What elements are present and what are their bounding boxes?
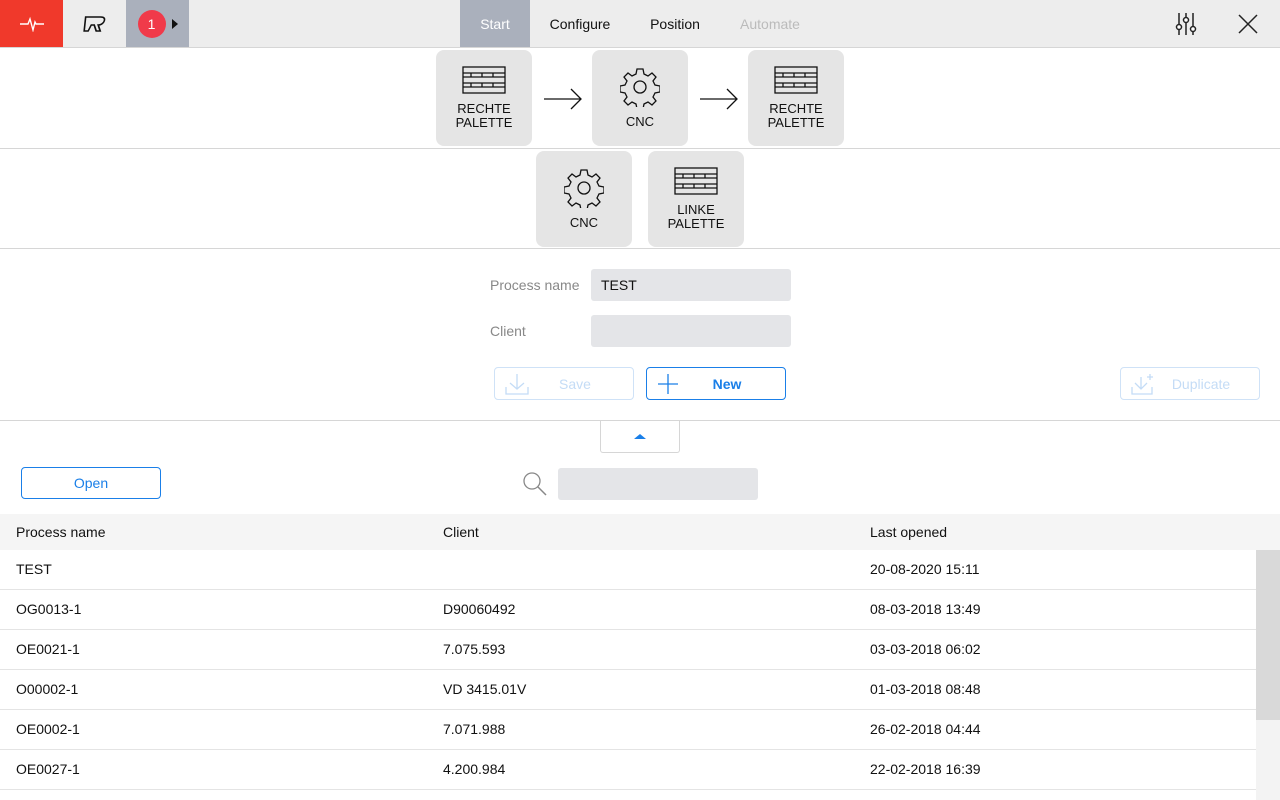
table-row[interactable]: OG0013-1 D90060492 08-03-2018 13:49 bbox=[0, 590, 1256, 630]
open-button[interactable]: Open bbox=[21, 467, 161, 499]
cell-process-name: O00002-1 bbox=[16, 681, 79, 697]
notification-button[interactable]: 1 bbox=[126, 0, 189, 47]
divider bbox=[0, 148, 1280, 149]
gear-icon bbox=[564, 168, 604, 208]
column-header-client[interactable]: Client bbox=[443, 524, 479, 540]
flow-step-rechte-palette[interactable]: RECHTE PALETTE bbox=[436, 50, 532, 146]
cell-client: 4.200.984 bbox=[443, 761, 506, 777]
plus-icon bbox=[658, 374, 678, 394]
search-icon bbox=[523, 472, 547, 496]
cell-last-opened: 01-03-2018 08:48 bbox=[870, 681, 981, 697]
tab-configure[interactable]: Configure bbox=[530, 0, 630, 47]
cell-client: 7.071.988 bbox=[443, 721, 506, 737]
duplicate-label: Duplicate bbox=[1171, 375, 1231, 392]
tab-automate[interactable]: Automate bbox=[720, 0, 820, 47]
flow-step-rechte-palette[interactable]: RECHTE PALETTE bbox=[748, 50, 844, 146]
cell-last-opened: 26-02-2018 04:44 bbox=[870, 721, 981, 737]
table-row[interactable]: OE0021-1 7.075.593 03-03-2018 06:02 bbox=[0, 630, 1256, 670]
open-label: Open bbox=[73, 475, 109, 491]
flow-step-cnc[interactable]: CNC bbox=[536, 151, 632, 247]
pallet-icon bbox=[462, 66, 506, 94]
cell-last-opened: 08-03-2018 13:49 bbox=[870, 601, 981, 617]
table-row[interactable]: OE0002-1 7.071.988 26-02-2018 04:44 bbox=[0, 710, 1256, 750]
tab-position[interactable]: Position bbox=[630, 0, 720, 47]
pulse-icon bbox=[19, 16, 44, 32]
table-header: Process name Client Last opened bbox=[0, 514, 1280, 550]
step-label: RECHTE bbox=[769, 101, 823, 116]
pallet-icon bbox=[674, 167, 718, 195]
search-input[interactable] bbox=[558, 468, 758, 500]
cell-client: D90060492 bbox=[443, 601, 516, 617]
step-label: LINKE bbox=[677, 202, 715, 217]
table-row[interactable]: O00002-1 VD 3415.01V 01-03-2018 08:48 bbox=[0, 670, 1256, 710]
settings-sliders-button[interactable] bbox=[1160, 0, 1212, 47]
scrollbar-thumb[interactable] bbox=[1256, 550, 1280, 720]
pallet-icon bbox=[774, 66, 818, 94]
step-label: PALETTE bbox=[455, 115, 513, 130]
download-icon bbox=[505, 374, 529, 395]
cell-last-opened: 03-03-2018 06:02 bbox=[870, 641, 981, 657]
step-label: CNC bbox=[625, 114, 655, 129]
cell-last-opened: 20-08-2020 15:11 bbox=[870, 561, 980, 577]
cell-client: VD 3415.01V bbox=[443, 681, 527, 697]
save-button[interactable]: Save bbox=[494, 367, 634, 400]
close-icon bbox=[1238, 13, 1258, 34]
top-bar: 1 Start Configure Position Automate bbox=[0, 0, 1280, 48]
step-label: PALETTE bbox=[767, 115, 825, 130]
duplicate-icon bbox=[1131, 374, 1153, 395]
cell-last-opened: 22-02-2018 16:39 bbox=[870, 761, 981, 777]
step-label: CNC bbox=[569, 215, 599, 230]
flow-step-linke-palette[interactable]: LINKE PALETTE bbox=[648, 151, 744, 247]
r-logo-icon bbox=[82, 15, 105, 32]
table-row[interactable]: OE0027-1 4.200.984 22-02-2018 16:39 bbox=[0, 750, 1256, 790]
cell-client: 7.075.593 bbox=[443, 641, 506, 657]
robot-logo-button[interactable] bbox=[63, 0, 126, 47]
caret-up-icon bbox=[634, 433, 646, 439]
column-header-last-opened[interactable]: Last opened bbox=[870, 524, 947, 540]
arrow-right-icon bbox=[700, 88, 738, 110]
sliders-icon bbox=[1175, 12, 1197, 35]
new-button[interactable]: New bbox=[646, 367, 786, 400]
notification-badge: 1 bbox=[137, 9, 166, 38]
table-row[interactable]: TEST 20-08-2020 15:11 bbox=[0, 550, 1256, 590]
column-header-process-name[interactable]: Process name bbox=[16, 524, 105, 540]
flow-step-cnc[interactable]: CNC bbox=[592, 50, 688, 146]
client-input[interactable] bbox=[591, 315, 791, 347]
gear-icon bbox=[620, 67, 660, 107]
cell-process-name: OG0013-1 bbox=[16, 601, 82, 617]
cell-process-name: OE0002-1 bbox=[16, 721, 80, 737]
cell-process-name: OE0027-1 bbox=[16, 761, 80, 777]
close-button[interactable] bbox=[1222, 0, 1274, 47]
activity-button[interactable] bbox=[0, 0, 63, 47]
step-label: RECHTE bbox=[457, 101, 511, 116]
cell-process-name: OE0021-1 bbox=[16, 641, 80, 657]
duplicate-button[interactable]: Duplicate bbox=[1120, 367, 1260, 400]
collapse-toggle-button[interactable] bbox=[600, 420, 680, 453]
save-label: Save bbox=[559, 375, 591, 392]
cell-process-name: TEST bbox=[16, 561, 52, 577]
process-name-label: Process name bbox=[490, 277, 580, 293]
caret-right-icon bbox=[171, 18, 178, 29]
process-name-input[interactable] bbox=[591, 269, 791, 301]
divider bbox=[0, 248, 1280, 249]
new-label: New bbox=[712, 375, 742, 392]
arrow-right-icon bbox=[544, 88, 582, 110]
step-label: PALETTE bbox=[667, 216, 725, 231]
client-label: Client bbox=[490, 323, 526, 339]
tab-start[interactable]: Start bbox=[460, 0, 530, 47]
